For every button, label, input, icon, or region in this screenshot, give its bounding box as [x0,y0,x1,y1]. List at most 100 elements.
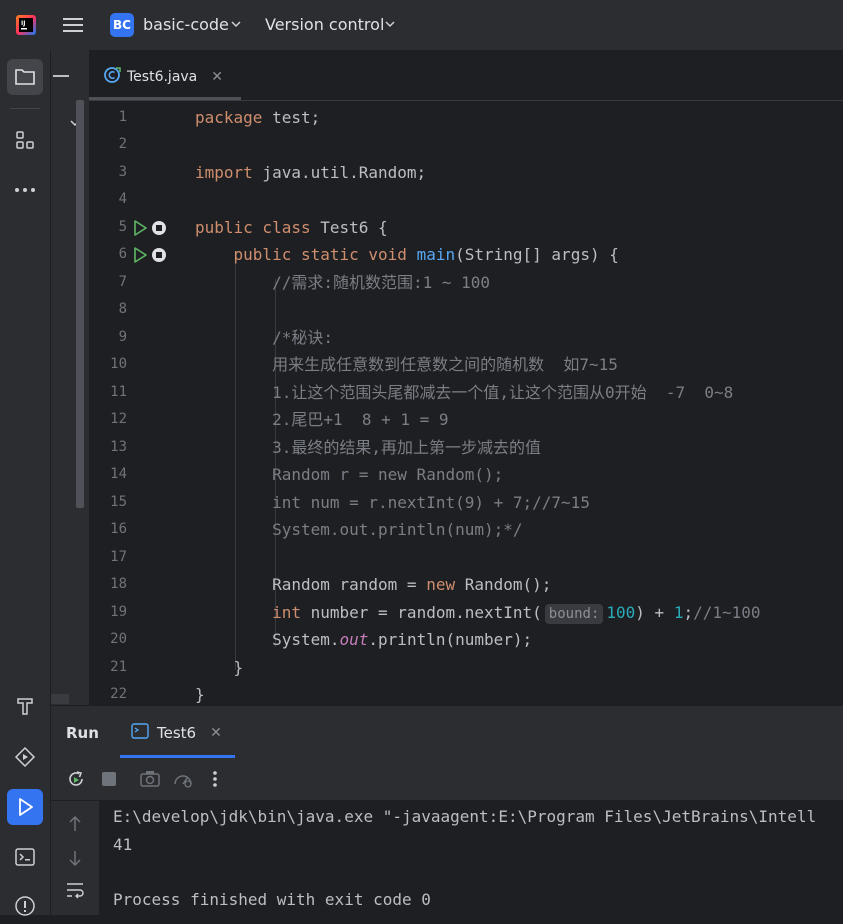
code-token: number = random.nextInt( [300,603,542,622]
project-panel [51,50,89,705]
line-number: 15 [110,494,127,510]
run-gutter-icon[interactable] [133,220,147,240]
project-folder-icon[interactable] [7,59,43,95]
run-gutter-icon[interactable] [133,247,147,267]
code-line: 3 import java.util.Random; [89,159,843,186]
run-tab-test6[interactable]: Test6 ✕ [131,722,222,744]
line-number: 16 [110,521,127,537]
coverage-gutter-icon[interactable] [151,247,167,267]
code-comment: System.out.println(num);*/ [272,520,523,539]
code-comment: 1.让这个范围头尾都减去一个值,让这个范围从0开始 -7 0~8 [272,383,734,402]
line-number: 10 [110,356,127,372]
code-line: 11 1.让这个范围头尾都减去一个值,让这个范围从0开始 -7 0~8 [89,379,843,406]
run-tab-label: Test6 [157,724,197,742]
build-hammer-icon[interactable] [7,688,43,724]
code-line: 18 Random random = new Random(); [89,571,843,598]
rerun-icon[interactable] [66,769,86,789]
line-number: 17 [110,549,127,565]
active-tab-indicator [89,97,241,100]
line-number: 18 [110,576,127,592]
code-token: System. [272,630,340,649]
chevron-down-icon[interactable] [384,18,396,30]
intellij-logo-icon[interactable]: IJ [16,15,36,35]
line-number: 13 [110,439,127,455]
code-comment: 2.尾巴+1 8 + 1 = 9 [272,410,449,429]
line-number: 12 [110,411,127,427]
collapse-minus-icon[interactable] [53,75,69,77]
line-number: 3 [118,164,127,180]
code-line: 1 package test; [89,104,843,131]
code-token: public static void [233,245,407,264]
code-line: 22 } [89,681,843,705]
code-line: 17 [89,544,843,571]
code-line: 16 System.out.println(num);*/ [89,516,843,543]
console-icon [131,722,149,744]
chevron-down-icon[interactable] [230,18,242,30]
terminal-icon[interactable] [7,839,43,875]
line-number: 11 [110,384,127,400]
services-icon[interactable] [7,739,43,775]
code-token: public class [195,218,311,237]
line-number: 1 [118,109,127,125]
code-editor[interactable]: 1 package test; 2 3 import java.util.Ran… [89,101,843,705]
camera-icon[interactable] [140,769,160,789]
code-line: 6 public static void main(String[] args)… [89,241,843,268]
line-number: 9 [118,329,127,345]
problems-icon[interactable] [7,888,43,924]
code-line: 7 //需求:随机数范围:1 ~ 100 [89,269,843,296]
profiler-icon[interactable] [173,769,193,789]
version-control-menu[interactable]: Version control [265,15,384,34]
project-panel-scrollbar[interactable] [76,100,84,508]
code-token: } [233,658,244,677]
more-tools-icon[interactable] [7,172,43,208]
run-title: Run [66,724,99,742]
code-token: Random random = [272,575,427,594]
code-token: java.util.Random; [252,163,427,182]
run-tool-icon[interactable] [7,789,43,825]
tab-label: Test6.java [127,69,198,85]
project-name[interactable]: basic-code [143,15,229,34]
parameter-hint: bound: [544,604,604,624]
code-line: 19 int number = random.nextInt(bound: 100… [89,599,843,626]
java-class-icon [103,66,121,88]
close-icon[interactable]: ✕ [210,725,222,741]
code-token: int [272,603,301,622]
line-number: 8 [118,301,127,317]
run-toolbar [51,758,843,801]
coverage-gutter-icon[interactable] [151,220,167,240]
code-line: 10 用来生成任意数到任意数之间的随机数 如7~15 [89,351,843,378]
scroll-down-icon[interactable] [67,849,83,871]
line-number: 5 [118,219,127,235]
console-line: E:\develop\jdk\bin\java.exe "-javaagent:… [113,807,817,826]
code-token: ; [683,603,694,622]
console-line: 41 [113,835,133,854]
code-comment: int num = r.nextInt(9) + 7;//7~15 [272,493,590,512]
code-token: test; [262,108,321,127]
code-token: .println(number); [368,630,533,649]
run-tool-window-header: Run Test6 ✕ [51,706,843,758]
main-menu-icon[interactable] [62,14,84,36]
horizontal-scrollbar[interactable] [51,694,69,704]
close-icon[interactable]: ✕ [211,69,223,85]
code-token: new [426,575,456,594]
scroll-up-icon[interactable] [67,815,83,837]
structure-icon[interactable] [7,122,43,158]
code-token: import [195,163,253,182]
code-token: (String[] args) { [455,245,619,264]
code-token: out [339,630,369,649]
code-comment: 用来生成任意数到任意数之间的随机数 如7~15 [272,355,618,374]
line-number: 7 [118,274,127,290]
code-token: ) + [635,603,674,622]
line-number: 19 [110,604,127,620]
code-token: package [195,108,263,127]
svg-text:IJ: IJ [21,20,25,27]
console-output[interactable]: E:\develop\jdk\bin\java.exe "-javaagent:… [99,801,843,915]
tab-test6-java[interactable]: Test6.java ✕ [103,66,223,88]
soft-wrap-icon[interactable] [65,881,85,903]
strip-divider [10,108,40,109]
code-token: 100 [606,603,636,622]
code-line: 20 System.out.println(number); [89,626,843,653]
more-options-icon[interactable] [205,769,225,789]
stop-icon[interactable] [99,769,119,789]
project-badge[interactable]: BC [110,13,134,37]
